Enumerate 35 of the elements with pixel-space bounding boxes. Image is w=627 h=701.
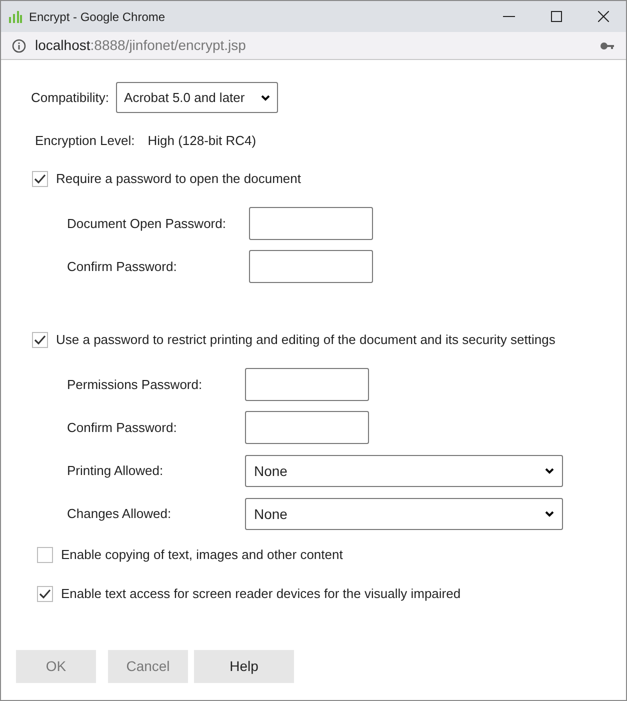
- checkbox-label: Use a password to restrict printing and editing of the document and its security settings: [56, 331, 556, 349]
- checkbox[interactable]: [32, 332, 48, 348]
- dropdown[interactable]: Acrobat 5.0 and later: [116, 82, 278, 113]
- close-icon[interactable]: [598, 11, 609, 22]
- maximize-icon[interactable]: [551, 11, 562, 22]
- window-title: Encrypt - Google Chrome: [29, 8, 166, 26]
- checkbox-label: Enable copying of text, images and other content: [61, 546, 343, 564]
- chevron-icon: [545, 468, 554, 474]
- password-field[interactable]: [245, 411, 369, 444]
- password-field[interactable]: [249, 207, 373, 240]
- info-icon[interactable]: [12, 38, 26, 52]
- password-field[interactable]: [245, 368, 369, 401]
- field-label: Confirm Password:: [67, 418, 178, 437]
- key-icon[interactable]: [600, 42, 614, 50]
- field-label: Document Open Password:: [67, 214, 227, 233]
- password-field[interactable]: [249, 250, 373, 283]
- field-label: Encryption Level:: [35, 132, 135, 150]
- app-icon: [8, 10, 22, 24]
- checkbox[interactable]: [37, 586, 53, 602]
- chevron-icon: [261, 94, 270, 100]
- field-label: Permissions Password:: [67, 376, 204, 394]
- dialog-button[interactable]: Help: [194, 650, 294, 683]
- dropdown[interactable]: None: [245, 455, 563, 487]
- checkbox-label: Enable text access for screen reader devices for the visually impaired: [61, 585, 461, 603]
- chevron-icon: [545, 511, 554, 517]
- checkbox[interactable]: [32, 170, 48, 187]
- checkbox[interactable]: [37, 546, 53, 563]
- encryption-value: High (128-bit RC4): [148, 132, 256, 150]
- dropdown[interactable]: None: [245, 498, 563, 530]
- field-label: Printing Allowed:: [67, 462, 164, 480]
- minimize-icon[interactable]: [503, 16, 515, 18]
- field-label: Compatibility:: [31, 88, 110, 107]
- checkbox-label: Require a password to open the document: [56, 170, 301, 188]
- field-label: Changes Allowed:: [67, 505, 172, 524]
- field-label: Confirm Password:: [67, 258, 178, 276]
